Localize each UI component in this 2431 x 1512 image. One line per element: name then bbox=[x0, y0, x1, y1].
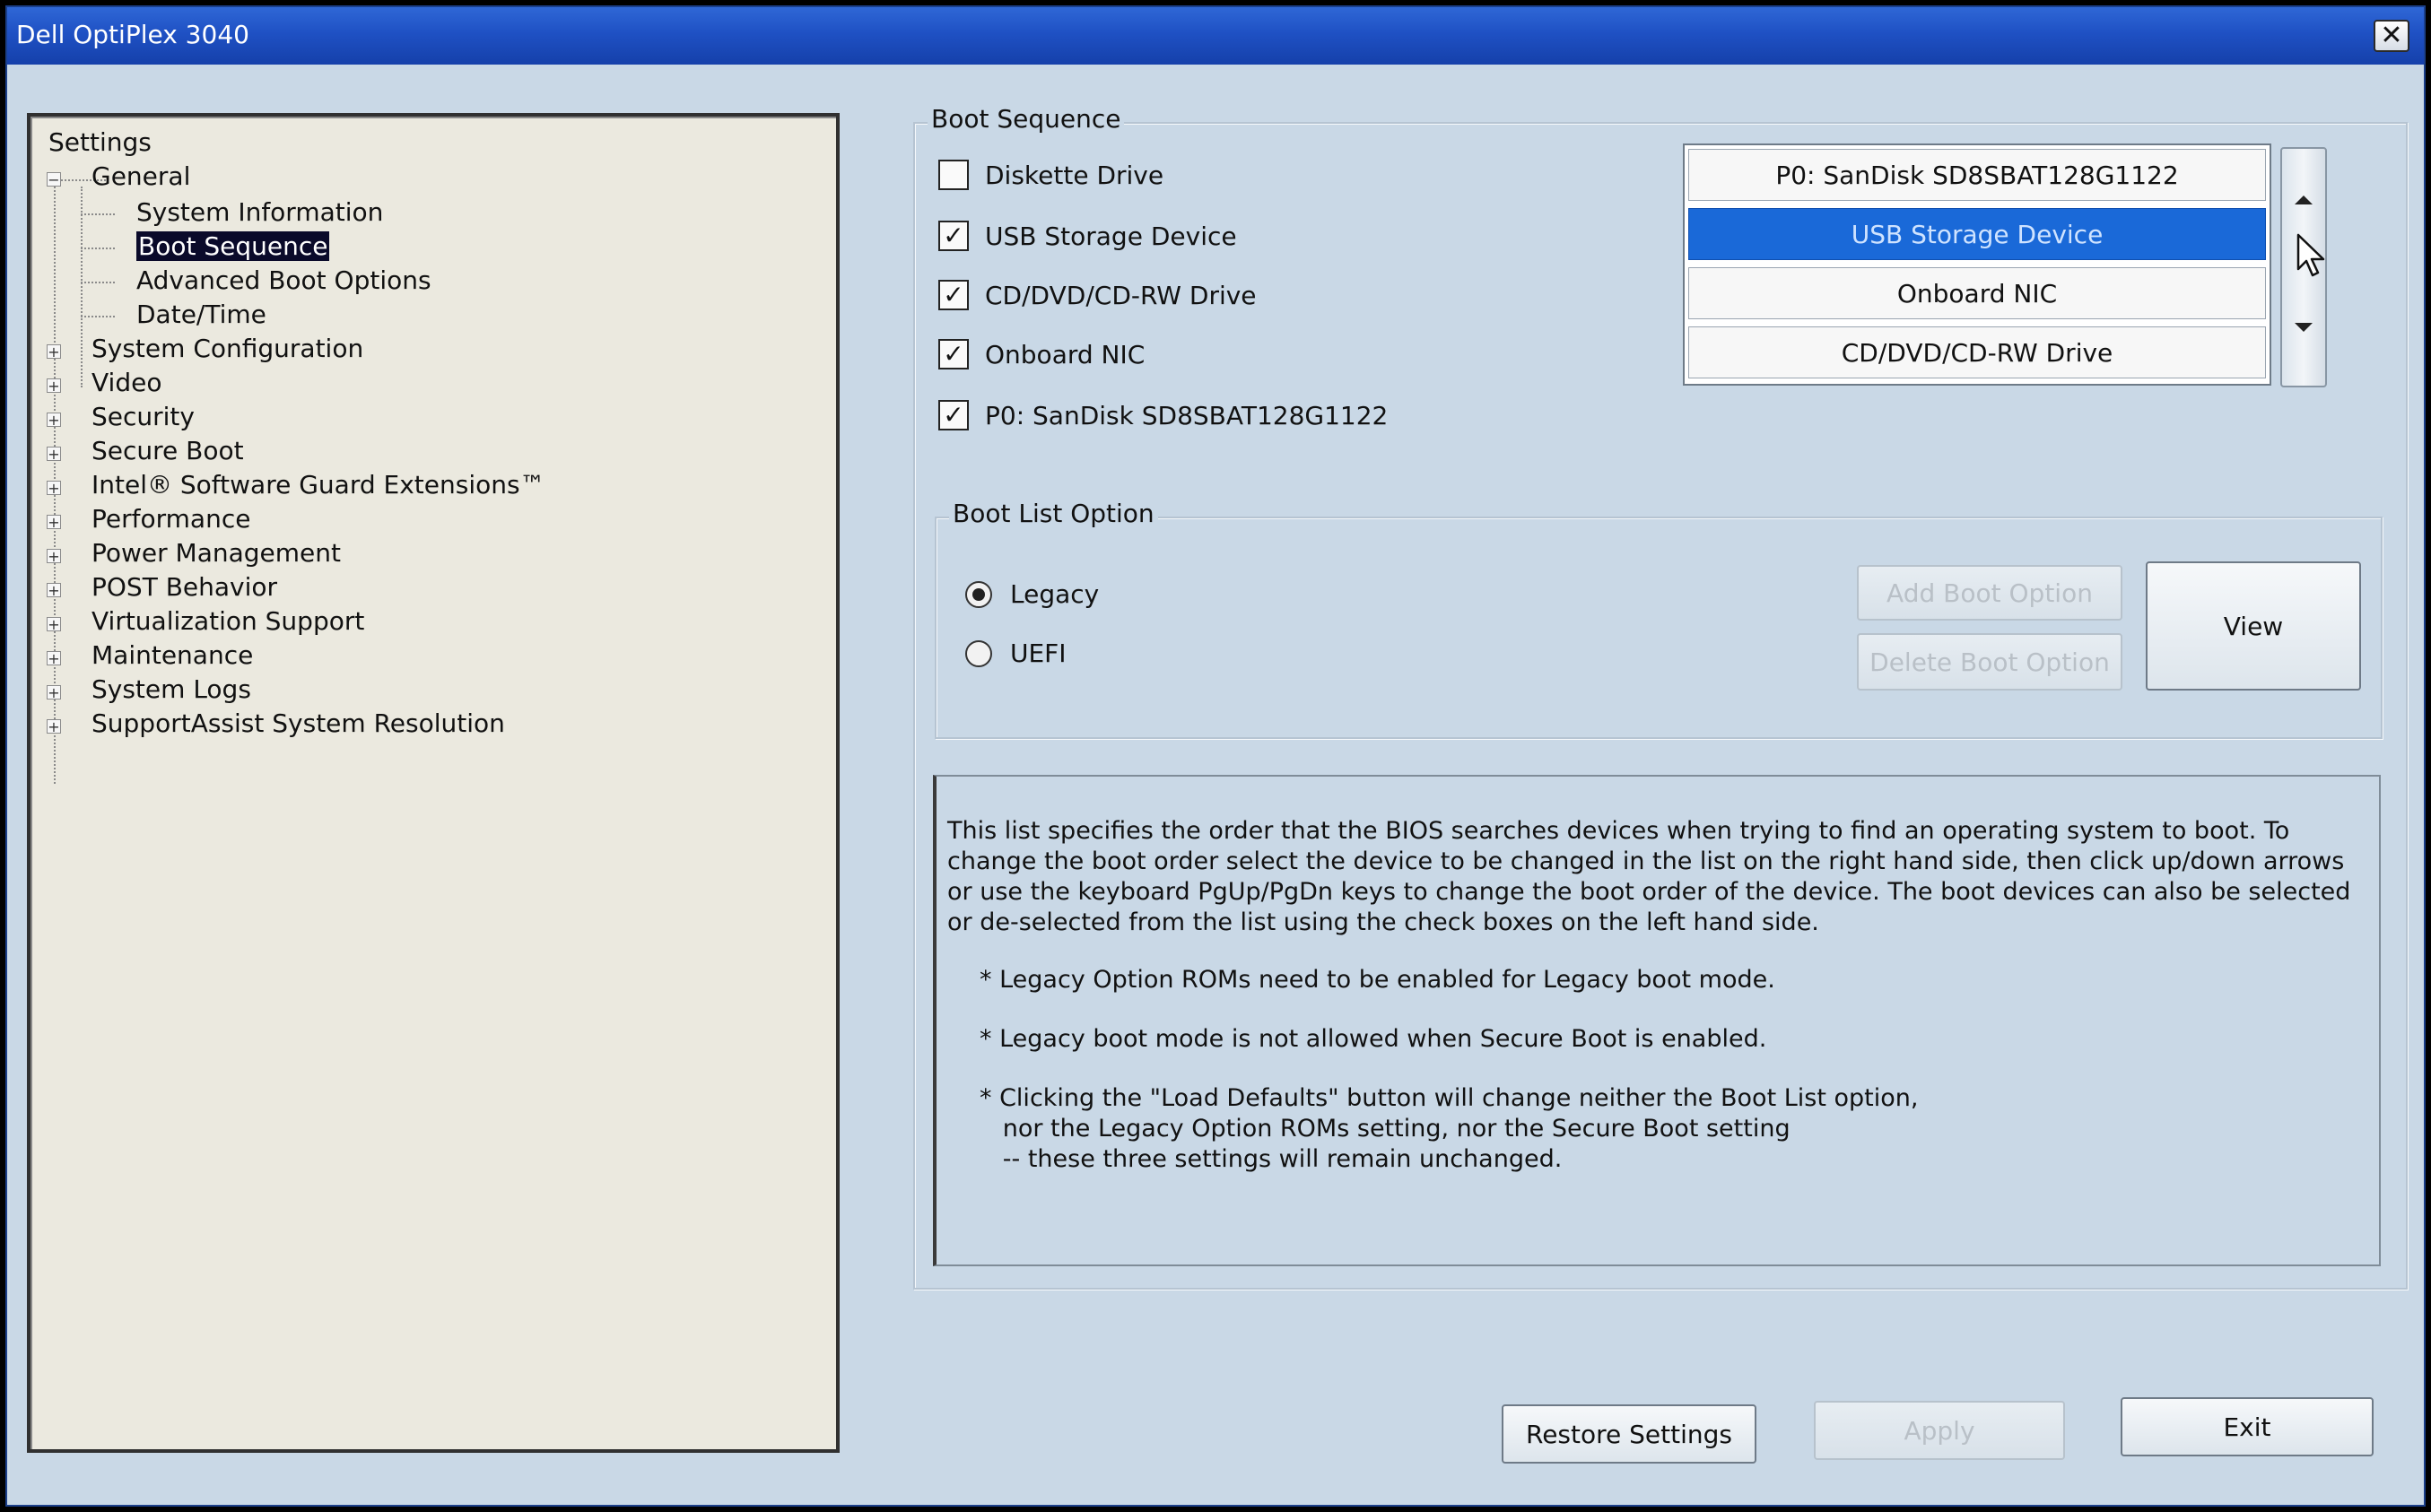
help-bullet: * Legacy boot mode is not allowed when S… bbox=[980, 1025, 1767, 1053]
tree-item-system-information[interactable]: System Information bbox=[136, 197, 383, 227]
tree-item-maintenance[interactable]: Maintenance bbox=[91, 640, 253, 670]
help-bullet: * Clicking the "Load Defaults" button wi… bbox=[980, 1084, 1919, 1173]
help-description-box: This list specifies the order that the B… bbox=[933, 775, 2381, 1266]
close-icon: ✕ bbox=[2380, 20, 2403, 51]
tree-connector bbox=[81, 248, 115, 249]
tree-item-supportassist[interactable]: SupportAssist System Resolution bbox=[91, 708, 505, 738]
device-row-usb: ✓ USB Storage Device bbox=[938, 221, 1237, 251]
tree-item-advanced-boot-options[interactable]: Advanced Boot Options bbox=[136, 265, 431, 295]
expand-icon[interactable]: + bbox=[47, 617, 61, 632]
tree-item-security[interactable]: Security bbox=[91, 402, 195, 431]
checkbox-usb-storage[interactable]: ✓ bbox=[938, 221, 969, 251]
radio-label: Legacy bbox=[1010, 579, 1100, 609]
boot-order-list[interactable]: P0: SanDisk SD8SBAT128G1122 USB Storage … bbox=[1683, 143, 2271, 386]
boot-sequence-legend: Boot Sequence bbox=[928, 104, 1125, 134]
mouse-cursor-icon bbox=[2296, 233, 2325, 277]
device-label: USB Storage Device bbox=[985, 221, 1237, 251]
settings-tree: Settings − General System Information Bo… bbox=[27, 113, 840, 1453]
checkbox-diskette-drive[interactable] bbox=[938, 160, 969, 190]
expand-icon[interactable]: + bbox=[47, 413, 61, 428]
check-icon: ✓ bbox=[943, 221, 964, 250]
device-label: P0: SanDisk SD8SBAT128G1122 bbox=[985, 400, 1389, 430]
check-icon: ✓ bbox=[943, 400, 964, 430]
tree-connector bbox=[81, 213, 115, 215]
collapse-icon[interactable]: − bbox=[47, 172, 61, 187]
tree-item-performance[interactable]: Performance bbox=[91, 504, 250, 534]
checkbox-onboard-nic[interactable]: ✓ bbox=[938, 339, 969, 369]
check-icon: ✓ bbox=[943, 339, 964, 369]
expand-icon[interactable]: + bbox=[47, 481, 61, 496]
restore-settings-button[interactable]: Restore Settings bbox=[1502, 1404, 1756, 1464]
expand-icon[interactable]: + bbox=[47, 344, 61, 360]
tree-item-boot-sequence[interactable]: Boot Sequence bbox=[136, 231, 330, 261]
move-up-icon[interactable] bbox=[2295, 196, 2313, 204]
radio-row-legacy: Legacy bbox=[965, 579, 1099, 609]
apply-button[interactable]: Apply bbox=[1814, 1401, 2065, 1460]
title-bar: Dell OptiPlex 3040 ✕ bbox=[7, 7, 2424, 65]
help-bullet: * Legacy Option ROMs need to be enabled … bbox=[980, 966, 1775, 994]
boot-order-item[interactable]: CD/DVD/CD-RW Drive bbox=[1688, 326, 2266, 378]
check-icon: ✓ bbox=[943, 280, 964, 309]
device-row-diskette: Diskette Drive bbox=[938, 160, 1163, 190]
exit-button[interactable]: Exit bbox=[2121, 1397, 2374, 1456]
device-label: CD/DVD/CD-RW Drive bbox=[985, 280, 1257, 310]
expand-icon[interactable]: + bbox=[47, 378, 61, 394]
expand-icon[interactable]: + bbox=[47, 583, 61, 598]
device-row-cdrom: ✓ CD/DVD/CD-RW Drive bbox=[938, 280, 1257, 310]
expand-icon[interactable]: + bbox=[47, 719, 61, 734]
tree-item-system-logs[interactable]: System Logs bbox=[91, 674, 251, 704]
tree-item-power-management[interactable]: Power Management bbox=[91, 538, 341, 568]
view-button[interactable]: View bbox=[2146, 561, 2361, 691]
radio-row-uefi: UEFI bbox=[965, 639, 1067, 668]
move-down-icon[interactable] bbox=[2295, 323, 2313, 332]
checkbox-cd-dvd[interactable]: ✓ bbox=[938, 280, 969, 310]
close-button[interactable]: ✕ bbox=[2374, 20, 2409, 52]
delete-boot-option-button[interactable]: Delete Boot Option bbox=[1857, 633, 2122, 691]
boot-order-item[interactable]: P0: SanDisk SD8SBAT128G1122 bbox=[1688, 149, 2266, 201]
radio-selected-dot bbox=[972, 587, 985, 601]
boot-order-item-selected[interactable]: USB Storage Device bbox=[1688, 208, 2266, 260]
expand-icon[interactable]: + bbox=[47, 447, 61, 462]
radio-uefi[interactable] bbox=[965, 639, 992, 667]
tree-root-label: Settings bbox=[48, 127, 152, 157]
device-label: Diskette Drive bbox=[985, 160, 1164, 190]
tree-connector bbox=[81, 316, 115, 317]
tree-connector bbox=[81, 282, 115, 283]
boot-list-option-legend: Boot List Option bbox=[949, 499, 1158, 528]
help-paragraph: This list specifies the order that the B… bbox=[947, 817, 2351, 936]
tree-item-intel-sgx[interactable]: Intel® Software Guard Extensions™ bbox=[91, 470, 545, 500]
tree-item-general[interactable]: General bbox=[91, 161, 190, 191]
expand-icon[interactable]: + bbox=[47, 651, 61, 666]
expand-icon[interactable]: + bbox=[47, 549, 61, 564]
expand-icon[interactable]: + bbox=[47, 685, 61, 700]
tree-connector bbox=[81, 187, 83, 387]
boot-order-item[interactable]: Onboard NIC bbox=[1688, 267, 2266, 319]
tree-item-system-configuration[interactable]: System Configuration bbox=[91, 334, 363, 363]
expand-icon[interactable]: + bbox=[47, 515, 61, 530]
checkbox-sandisk[interactable]: ✓ bbox=[938, 400, 969, 430]
device-label: Onboard NIC bbox=[985, 339, 1146, 369]
tree-item-video[interactable]: Video bbox=[91, 368, 161, 397]
tree-item-secure-boot[interactable]: Secure Boot bbox=[91, 436, 244, 465]
tree-item-post-behavior[interactable]: POST Behavior bbox=[91, 572, 277, 602]
tree-item-virtualization-support[interactable]: Virtualization Support bbox=[91, 606, 364, 636]
radio-label: UEFI bbox=[1010, 639, 1067, 668]
add-boot-option-button[interactable]: Add Boot Option bbox=[1857, 565, 2122, 621]
window-title: Dell OptiPlex 3040 bbox=[16, 20, 249, 49]
device-row-sandisk: ✓ P0: SanDisk SD8SBAT128G1122 bbox=[938, 400, 1388, 430]
device-row-nic: ✓ Onboard NIC bbox=[938, 339, 1145, 369]
tree-item-date-time[interactable]: Date/Time bbox=[136, 300, 266, 329]
radio-legacy[interactable] bbox=[965, 580, 992, 608]
